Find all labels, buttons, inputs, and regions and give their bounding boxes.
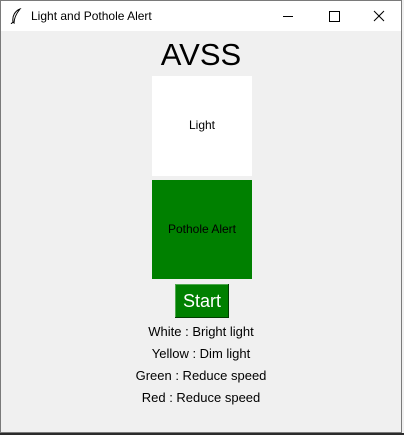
pothole-alert-indicator: Pothole Alert [152,180,252,279]
close-button[interactable] [357,1,403,31]
maximize-icon [329,11,340,22]
legend-yellow: Yellow : Dim light [151,346,251,361]
legend-red: Red : Reduce speed [141,390,261,405]
title-bar[interactable]: Light and Pothole Alert [1,1,401,32]
app-window: Light and Pothole Alert AVSS Light Potho… [0,0,402,433]
light-indicator: Light [152,76,252,176]
feather-icon [10,8,22,24]
window-title: Light and Pothole Alert [31,9,152,23]
legend-white: White : Bright light [148,324,254,339]
minimize-button[interactable] [265,1,311,31]
close-icon [373,10,385,22]
app-heading: AVSS [160,37,242,72]
legend-green: Green : Reduce speed [135,368,267,383]
minimize-icon [283,16,293,17]
pothole-alert-label: Pothole Alert [167,222,237,236]
maximize-button[interactable] [311,1,357,31]
light-label: Light [188,118,216,132]
start-button[interactable]: Start [174,283,230,319]
